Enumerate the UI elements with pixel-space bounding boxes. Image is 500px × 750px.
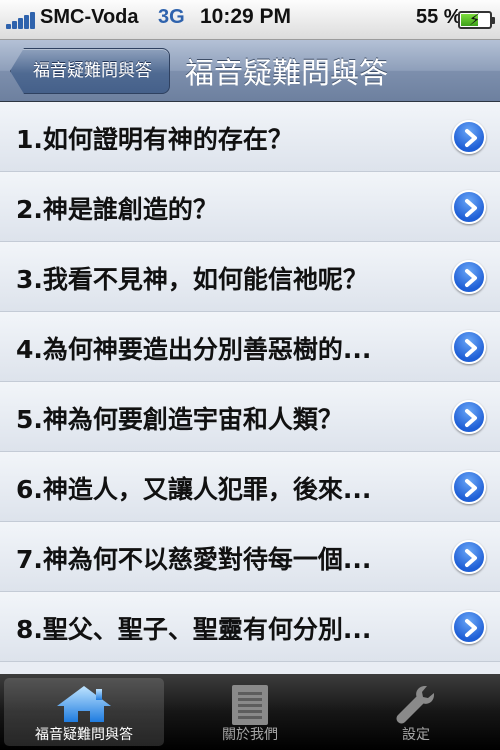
disclosure-button[interactable] <box>452 400 486 434</box>
disclosure-button[interactable] <box>452 190 486 224</box>
navigation-bar: 福音疑難問與答 福音疑難問與答 <box>0 40 500 102</box>
disclosure-button[interactable] <box>452 260 486 294</box>
home-icon <box>57 686 111 722</box>
list-item[interactable]: 7.神為何不以慈愛對待每一個... <box>0 522 500 592</box>
signal-strength-icon <box>6 9 38 29</box>
list-item[interactable]: 5.神為何要創造宇宙和人類？ <box>0 382 500 452</box>
list-item-label: 1.如何證明有神的存在？ <box>16 125 293 154</box>
wrench-icon <box>396 686 434 724</box>
chevron-right-icon <box>465 479 477 497</box>
back-button[interactable]: 福音疑難問與答 <box>10 48 170 94</box>
chevron-right-icon <box>465 339 477 357</box>
tab-label: 福音疑難問與答 <box>35 727 133 743</box>
chevron-right-icon <box>465 549 477 567</box>
page-title: 福音疑難問與答 <box>185 56 389 90</box>
tab-label: 關於我們 <box>222 727 278 743</box>
disclosure-button[interactable] <box>452 470 486 504</box>
list-item-label: 2.神是誰創造的？ <box>16 195 218 224</box>
network-type: 3G <box>158 6 185 28</box>
status-bar: SMC-Voda 3G 10:29 PM 55 % ⚡ <box>0 0 500 40</box>
list-item-label: 4.為何神要造出分別善惡樹的... <box>16 335 372 364</box>
list-item-label: 5.神為何要創造宇宙和人類？ <box>16 405 343 434</box>
list-item-label: 3.我看不見神，如何能信祂呢？ <box>16 265 368 294</box>
list-item[interactable]: 2.神是誰創造的？ <box>0 172 500 242</box>
document-icon <box>232 685 268 725</box>
disclosure-button[interactable] <box>452 610 486 644</box>
battery-percentage: 55 % <box>416 6 462 28</box>
chevron-right-icon <box>465 269 477 287</box>
chevron-right-icon <box>465 619 477 637</box>
list-item[interactable]: 4.為何神要造出分別善惡樹的... <box>0 312 500 382</box>
list-item-label: 7.神為何不以慈愛對待每一個... <box>16 545 372 574</box>
disclosure-button[interactable] <box>452 330 486 364</box>
tab-bar: 福音疑難問與答 關於我們 設定 <box>0 674 500 750</box>
disclosure-button[interactable] <box>452 120 486 154</box>
tab-label: 設定 <box>402 727 430 743</box>
carrier-name: SMC-Voda <box>40 6 139 28</box>
charging-bolt-icon: ⚡ <box>469 10 481 29</box>
tab-about-us[interactable]: 關於我們 <box>170 678 330 746</box>
chevron-right-icon <box>465 409 477 427</box>
battery-icon: ⚡ <box>458 10 495 29</box>
list-item[interactable]: 3.我看不見神，如何能信祂呢？ <box>0 242 500 312</box>
tab-home[interactable]: 福音疑難問與答 <box>4 678 164 746</box>
disclosure-button[interactable] <box>452 540 486 574</box>
question-list: 1.如何證明有神的存在？ 2.神是誰創造的？ 3.我看不見神，如何能信祂呢？ 4.為何… <box>0 102 500 674</box>
list-item-label: 8.聖父、聖子、聖靈有何分別... <box>16 615 372 644</box>
list-item[interactable]: 6.神造人，又讓人犯罪，後來... <box>0 452 500 522</box>
list-item[interactable]: 1.如何證明有神的存在？ <box>0 102 500 172</box>
status-time: 10:29 PM <box>200 5 292 28</box>
tab-settings[interactable]: 設定 <box>336 678 496 746</box>
chevron-right-icon <box>465 129 477 147</box>
chevron-right-icon <box>465 199 477 217</box>
list-item-label: 6.神造人，又讓人犯罪，後來... <box>16 475 372 504</box>
list-item[interactable]: 8.聖父、聖子、聖靈有何分別... <box>0 592 500 662</box>
